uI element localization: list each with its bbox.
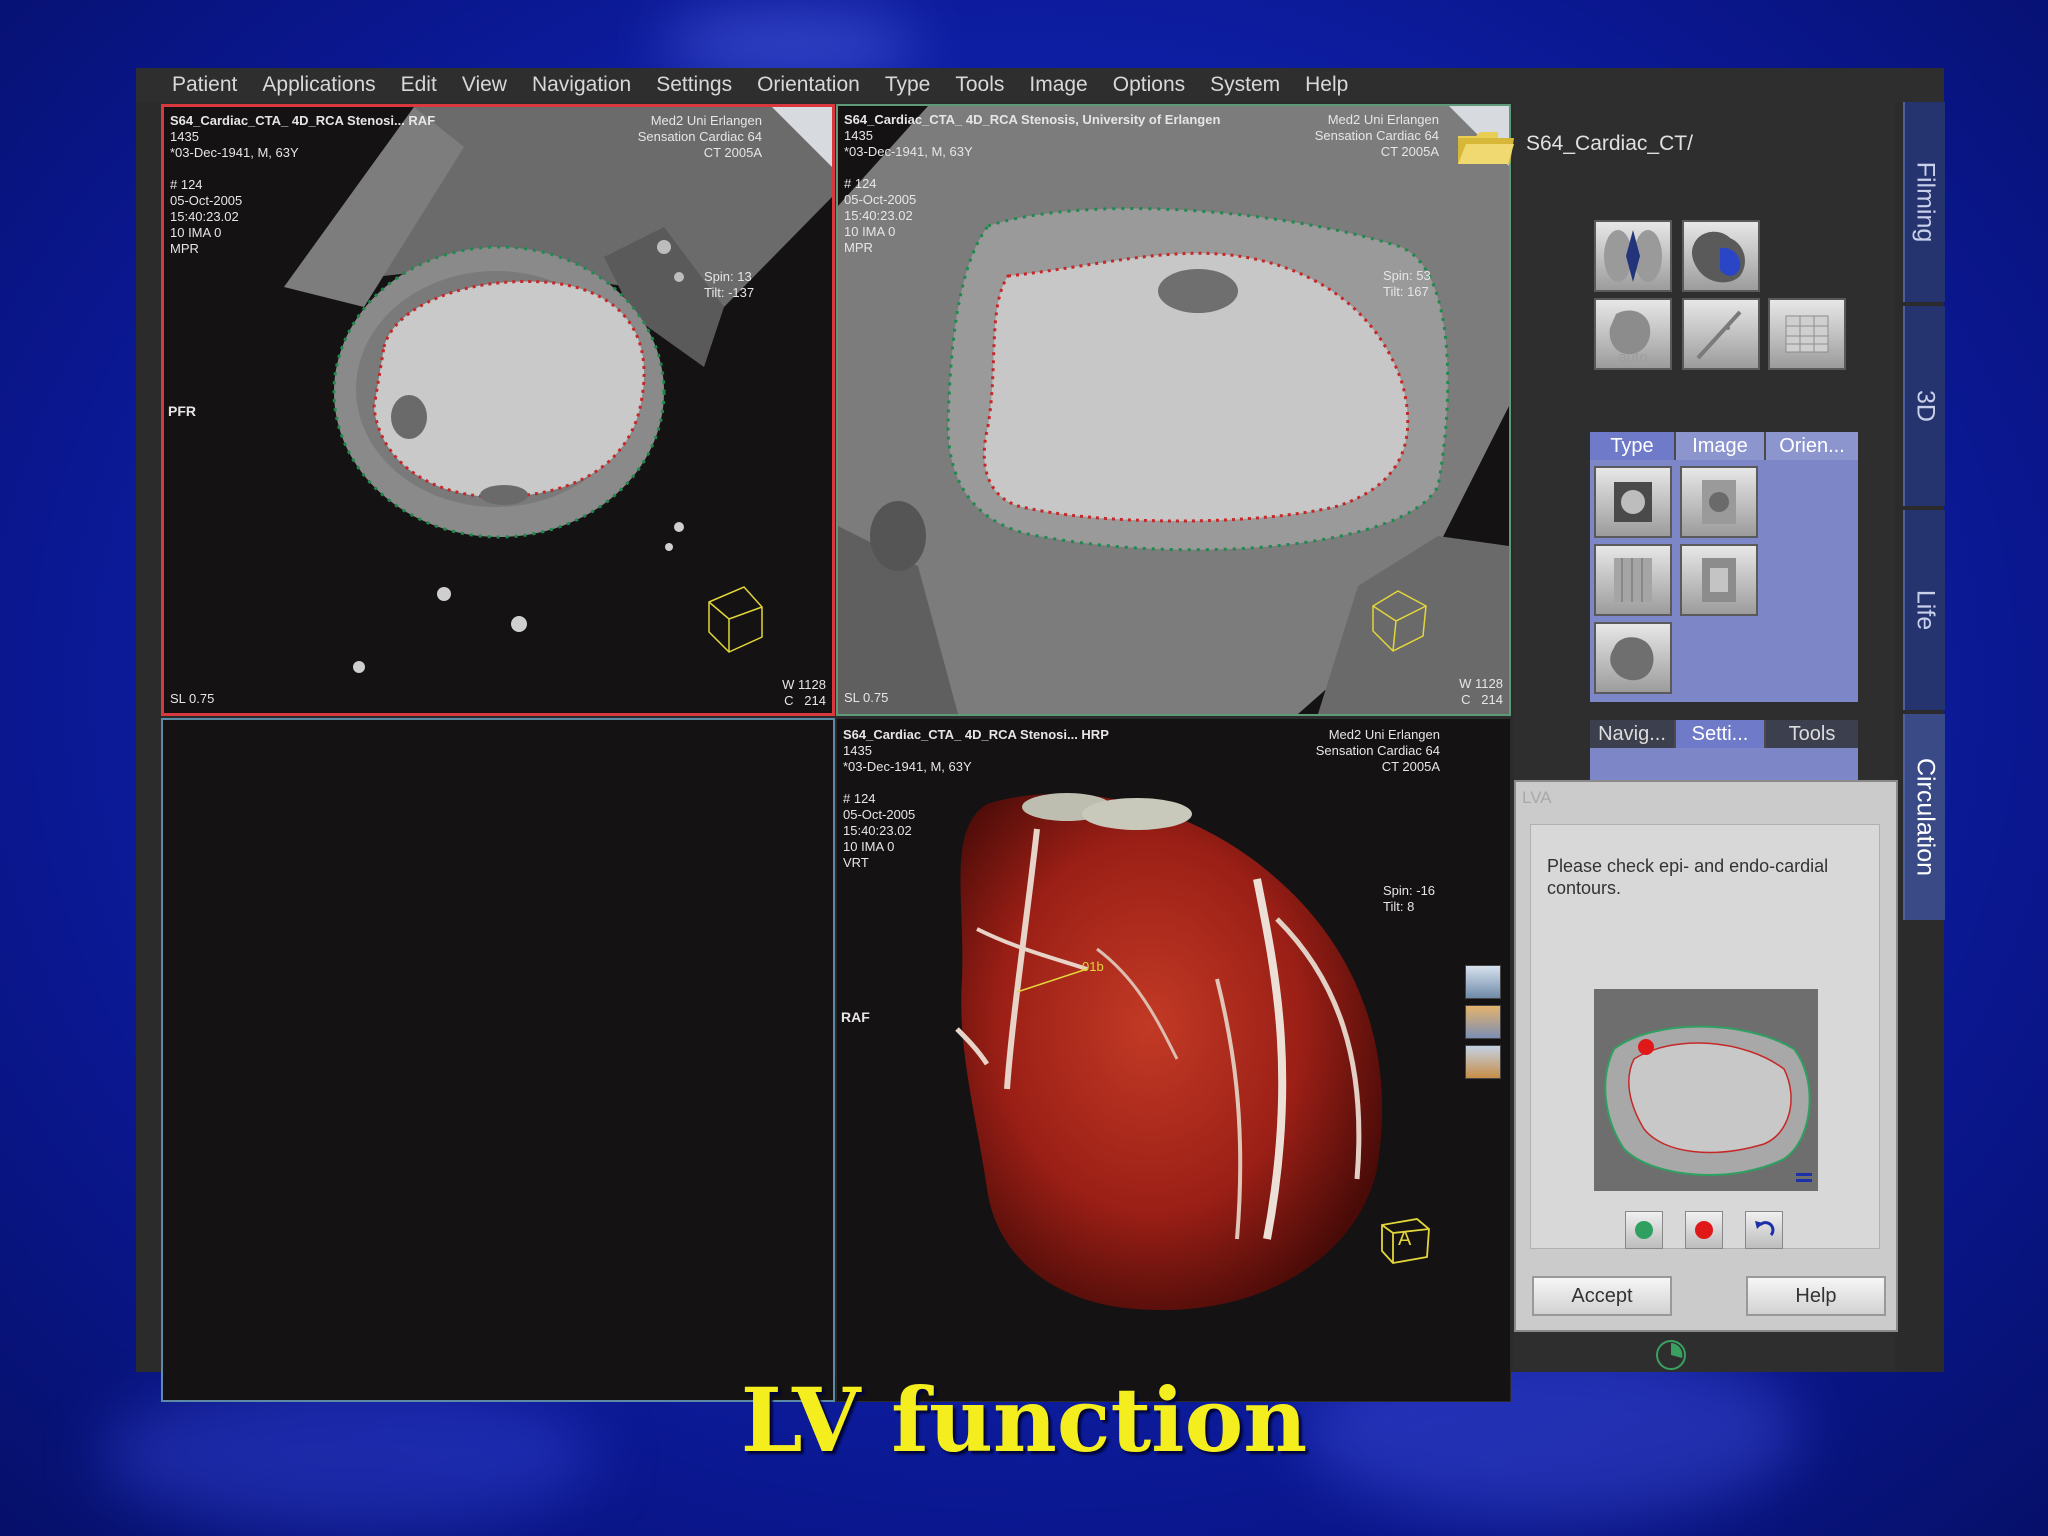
tab-circulation[interactable]: Circulation xyxy=(1903,714,1945,920)
volume-icon xyxy=(1702,480,1736,524)
menu-edit[interactable]: Edit xyxy=(401,73,437,97)
orientation-cube-icon xyxy=(708,586,763,653)
orientation-label: PFR xyxy=(168,403,196,419)
mpr-icon xyxy=(1614,482,1652,522)
menu-bar: Patient Applications Edit View Navigatio… xyxy=(136,68,1944,102)
orientation-label: RAF xyxy=(841,1009,870,1025)
menu-view[interactable]: View xyxy=(462,73,507,97)
progress-clock-icon xyxy=(1656,1340,1686,1370)
endocardial-contour-button[interactable] xyxy=(1685,1211,1723,1249)
heart-3d-button[interactable] xyxy=(1682,220,1760,292)
ssd-type-button[interactable] xyxy=(1680,544,1758,616)
series-folder-label[interactable]: S64_Cardiac_CT/ xyxy=(1526,132,1693,156)
table-results-button[interactable] xyxy=(1768,298,1846,370)
menu-options[interactable]: Options xyxy=(1113,73,1185,97)
vertical-task-tabs: Filming 3D Life Circulation xyxy=(1903,102,1945,922)
spin-tilt-readout: Spin: 53 Tilt: 167 xyxy=(1383,268,1431,299)
pen-icon xyxy=(1696,310,1742,360)
site-info: Med2 Uni Erlangen Sensation Cardiac 64 C… xyxy=(637,113,762,160)
menu-type[interactable]: Type xyxy=(885,73,931,97)
viewport-header: S64_Cardiac_CTA_ 4D_RCA Stenosi... RAF xyxy=(170,113,436,128)
tab-tools[interactable]: Tools xyxy=(1766,720,1858,748)
orientation-cube-label: A xyxy=(1398,1228,1412,1250)
view-cube-icon[interactable] xyxy=(1465,1005,1501,1039)
vessel-annotation: 01b xyxy=(1082,959,1104,974)
slide-title: LV function xyxy=(740,1368,1308,1472)
viewport-long-axis-mpr[interactable]: S64_Cardiac_CTA_ 4D_RCA Stenosis, Univer… xyxy=(836,104,1511,716)
site-info: Med2 Uni Erlangen Sensation Cardiac 64 C… xyxy=(1315,727,1440,774)
slice-thickness: SL 0.75 xyxy=(844,690,889,705)
undo-icon xyxy=(1755,1221,1775,1237)
tab-filming[interactable]: Filming xyxy=(1903,102,1945,302)
accept-button[interactable]: Accept xyxy=(1532,1276,1672,1316)
folder-icon[interactable] xyxy=(1456,130,1516,166)
red-contour-icon xyxy=(1695,1221,1713,1239)
menu-patient[interactable]: Patient xyxy=(172,73,237,97)
tab-3d[interactable]: 3D xyxy=(1903,306,1945,506)
epicardial-contour-button[interactable] xyxy=(1625,1211,1663,1249)
viewport-header: S64_Cardiac_CTA_ 4D_RCA Stenosis, Univer… xyxy=(844,112,1221,127)
viewport-empty[interactable] xyxy=(161,718,835,1402)
mip-type-button[interactable] xyxy=(1594,544,1672,616)
patient-info: 1435 *03-Dec-1941, M, 63Y # 124 05-Oct-2… xyxy=(844,128,973,255)
auto-segment-button[interactable]: auto xyxy=(1594,298,1672,370)
tab-image[interactable]: Image xyxy=(1676,432,1766,460)
type-image-orientation-panel: Type Image Orien... xyxy=(1590,432,1858,702)
dialog-message: Please check epi- and endo-cardial conto… xyxy=(1547,856,1829,898)
menu-orientation[interactable]: Orientation xyxy=(757,73,860,97)
window-center: W 1128 C 214 xyxy=(1459,676,1503,707)
mpr-type-button[interactable] xyxy=(1594,466,1672,538)
menu-settings[interactable]: Settings xyxy=(656,73,732,97)
spin-tilt-readout: Spin: -16 Tilt: 8 xyxy=(1383,883,1436,914)
tab-orientation[interactable]: Orien... xyxy=(1766,432,1858,460)
heart-segmentation-button[interactable] xyxy=(1594,220,1672,292)
spin-tilt-readout: Spin: 13 Tilt: -137 xyxy=(704,269,755,300)
navigation-settings-tools-panel: Navig... Setti... Tools xyxy=(1590,720,1858,780)
heart-type-button[interactable] xyxy=(1594,622,1672,694)
menu-tools[interactable]: Tools xyxy=(955,73,1004,97)
menu-applications[interactable]: Applications xyxy=(262,73,375,97)
table-icon xyxy=(1785,315,1829,353)
menu-system[interactable]: System xyxy=(1210,73,1280,97)
viewport-volume-rendering[interactable]: 01b A S64_Cardiac_CTA_ 4D_RCA Stenosi...… xyxy=(836,718,1511,1402)
menu-help[interactable]: Help xyxy=(1305,73,1348,97)
patient-info: 1435 *03-Dec-1941, M, 63Y # 124 05-Oct-2… xyxy=(170,129,299,256)
tab-settings[interactable]: Setti... xyxy=(1676,720,1766,748)
slab-icon xyxy=(1614,558,1652,602)
auto-label: auto xyxy=(1618,349,1648,366)
slice-thickness: SL 0.75 xyxy=(170,691,215,706)
help-button[interactable]: Help xyxy=(1746,1276,1886,1316)
vrt-type-button[interactable] xyxy=(1680,466,1758,538)
tab-life[interactable]: Life xyxy=(1903,510,1945,710)
contour-preview-image xyxy=(1594,989,1818,1191)
undo-button[interactable] xyxy=(1745,1211,1783,1249)
view-cube-icon[interactable] xyxy=(1465,1045,1501,1079)
menu-navigation[interactable]: Navigation xyxy=(532,73,631,97)
cube-render-icon xyxy=(1702,558,1736,602)
lva-dialog: LVA Please check epi- and endo-cardial c… xyxy=(1514,780,1898,1332)
tab-navigation[interactable]: Navig... xyxy=(1590,720,1676,748)
viewport-corner-icon[interactable] xyxy=(772,107,832,167)
menu-image[interactable]: Image xyxy=(1029,73,1087,97)
dialog-title: LVA xyxy=(1522,788,1552,807)
site-info: Med2 Uni Erlangen Sensation Cardiac 64 C… xyxy=(1314,112,1439,159)
view-cube-icon[interactable] xyxy=(1465,965,1501,999)
window-center: W 1128 C 214 xyxy=(782,677,826,708)
viewport-header: S64_Cardiac_CTA_ 4D_RCA Stenosi... HRP xyxy=(843,727,1109,742)
dialog-content: Please check epi- and endo-cardial conto… xyxy=(1530,824,1880,1249)
green-contour-icon xyxy=(1635,1221,1653,1239)
heart-icon xyxy=(1692,231,1745,283)
tab-type[interactable]: Type xyxy=(1590,432,1676,460)
lungs-icon xyxy=(1604,230,1662,282)
heart-render-icon xyxy=(1610,637,1654,681)
patient-info: 1435 *03-Dec-1941, M, 63Y # 124 05-Oct-2… xyxy=(843,743,972,870)
draw-contour-button[interactable] xyxy=(1682,298,1760,370)
viewport-short-axis-mpr[interactable]: S64_Cardiac_CTA_ 4D_RCA Stenosi... RAF 1… xyxy=(161,104,835,716)
